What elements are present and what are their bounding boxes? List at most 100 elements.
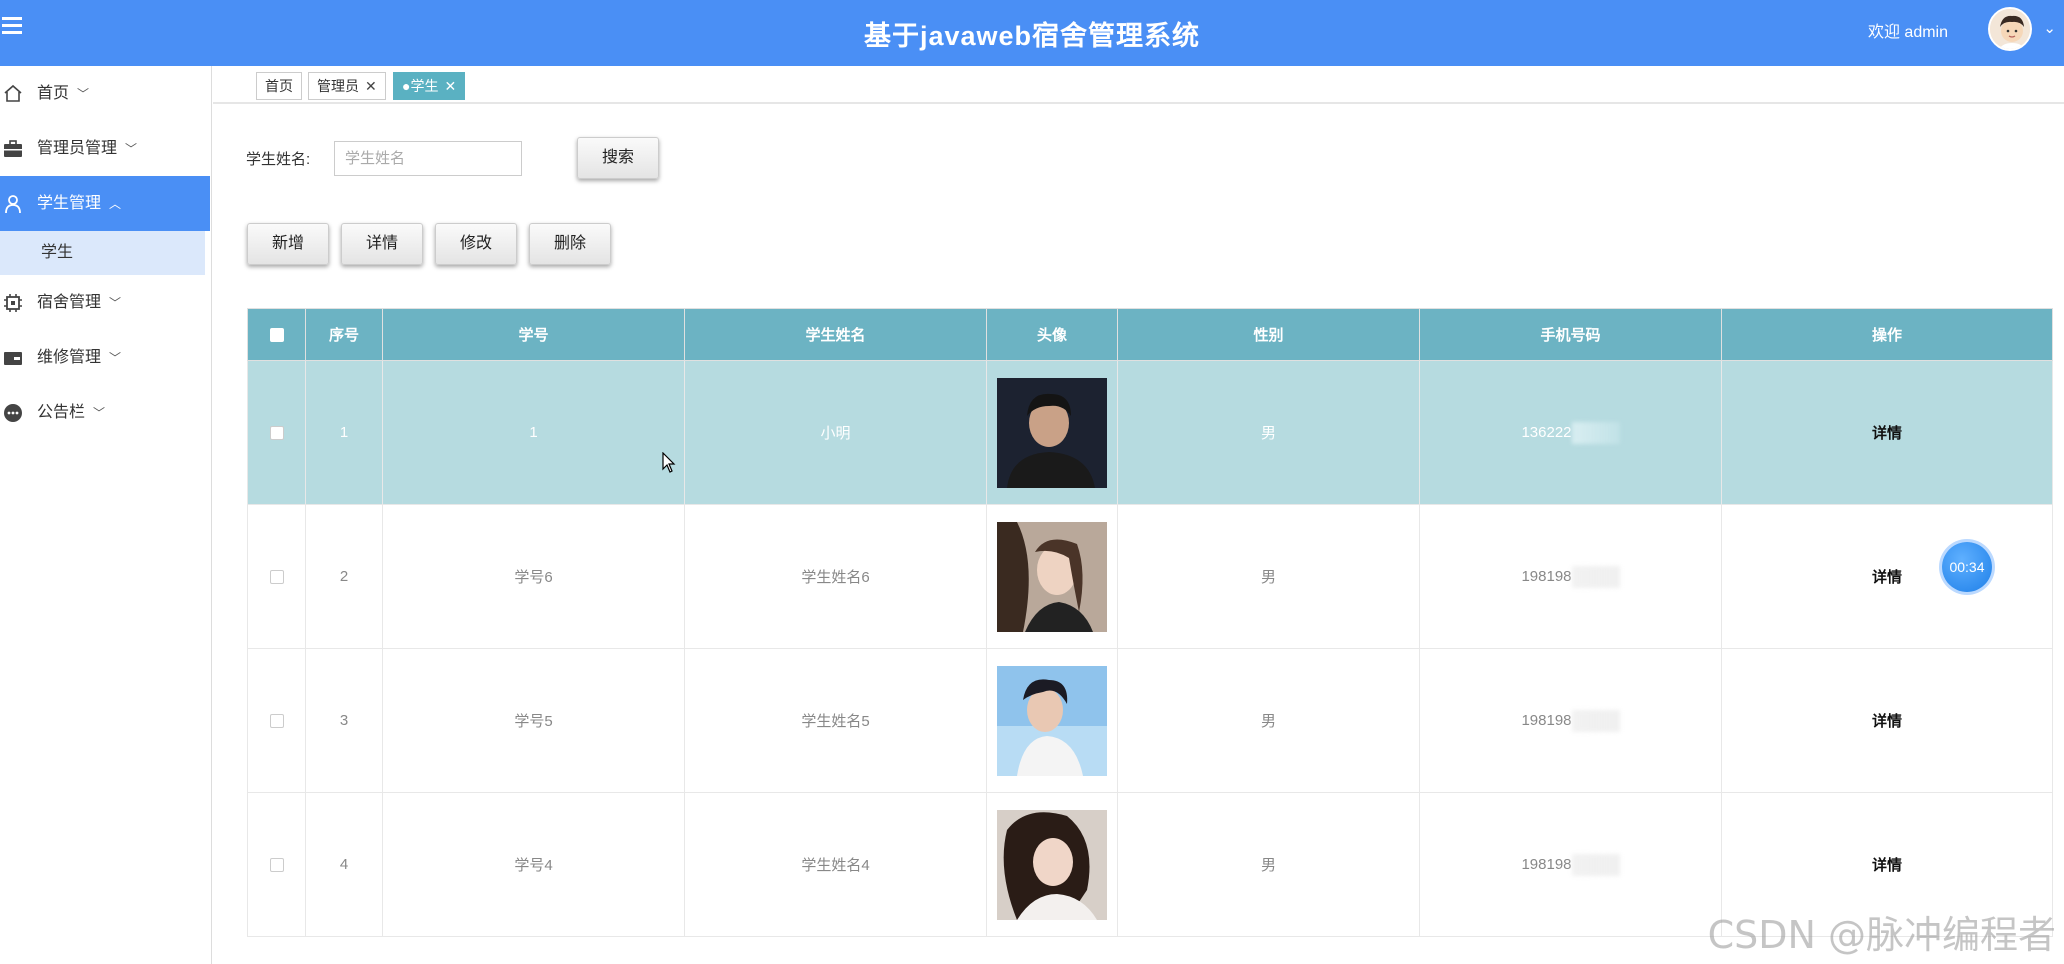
select-all-checkbox-cell	[247, 308, 306, 361]
sidebar: 首页 ﹀ 管理员管理 ﹀ 学生管理 ︿ 学生 宿舍管理 ﹀ 维修管理 ﹀ 公告栏 ﹀	[0, 66, 212, 964]
cell-index: 3	[305, 648, 383, 793]
cell-action: 详情	[1721, 648, 2053, 793]
sidebar-item-repair-management[interactable]: 维修管理 ﹀	[0, 330, 211, 385]
cell-phone: 198198	[1419, 504, 1722, 649]
column-header[interactable]: 性别	[1117, 308, 1420, 361]
sidebar-item-bulletin[interactable]: 公告栏 ﹀	[0, 385, 211, 440]
search-button[interactable]: 搜索	[577, 137, 659, 179]
chevron-down-icon: ﹀	[77, 87, 90, 101]
sidebar-item-label: 学生管理	[37, 195, 102, 212]
cell-index: 1	[305, 360, 383, 505]
cell-photo	[986, 792, 1118, 937]
sidebar-item-admin-management[interactable]: 管理员管理 ﹀	[0, 121, 211, 176]
cell-student-no: 1	[382, 360, 685, 505]
student-photo	[997, 521, 1107, 632]
sidebar-item-label: 维修管理	[37, 349, 102, 366]
add-button[interactable]: 新增	[247, 223, 329, 265]
recording-timer[interactable]: 00:34	[1942, 542, 1992, 592]
tab-label: ●学生	[402, 78, 439, 94]
cell-phone: 136222	[1419, 360, 1722, 505]
close-icon[interactable]: ✕	[444, 78, 456, 94]
chevron-down-icon: ﹀	[93, 406, 106, 420]
cell-student-no: 学号4	[382, 792, 685, 937]
cell-action: 详情	[1721, 360, 2053, 505]
avatar[interactable]	[1988, 7, 2032, 51]
cell-student-no: 学号5	[382, 648, 685, 793]
top-header: 基于javaweb宿舍管理系统 欢迎 admin ⌄	[0, 0, 2064, 66]
phone-prefix: 198198	[1521, 855, 1572, 873]
tab-student[interactable]: ●学生 ✕	[393, 72, 466, 100]
chevron-up-icon: ︿	[109, 197, 122, 211]
detail-button[interactable]: 详情	[341, 223, 423, 265]
edit-button[interactable]: 修改	[435, 223, 517, 265]
table-row[interactable]: 3 学号5 学生姓名5 男 198198 详情	[247, 648, 2053, 793]
student-photo	[997, 377, 1107, 488]
column-header[interactable]: 手机号码	[1419, 308, 1722, 361]
cell-student-no: 学号6	[382, 504, 685, 649]
student-table: 序号 学号 学生姓名 头像 性别 手机号码 操作 1 1 小明 男 136222…	[247, 308, 2053, 937]
sidebar-item-label: 宿舍管理	[37, 294, 102, 311]
sidebar-item-home[interactable]: 首页 ﹀	[0, 66, 211, 121]
detail-link[interactable]: 详情	[1872, 713, 1902, 730]
phone-prefix: 198198	[1521, 567, 1572, 585]
cell-gender: 男	[1117, 792, 1420, 937]
watermark: CSDN @脉冲编程者	[1707, 913, 2056, 957]
student-photo	[997, 665, 1107, 776]
cell-name: 学生姓名6	[684, 504, 987, 649]
sidebar-item-student-management[interactable]: 学生管理 ︿	[0, 176, 210, 231]
table-row[interactable]: 2 学号6 学生姓名6 男 198198 详情	[247, 504, 2053, 649]
detail-link[interactable]: 详情	[1872, 569, 1902, 586]
row-checkbox-cell	[247, 360, 306, 505]
tab-home[interactable]: 首页	[256, 72, 302, 100]
row-checkbox[interactable]	[269, 858, 284, 873]
select-all-checkbox[interactable]	[269, 328, 284, 343]
table-header-row: 序号 学号 学生姓名 头像 性别 手机号码 操作	[247, 308, 2053, 361]
tab-admin[interactable]: 管理员 ✕	[308, 72, 386, 100]
row-checkbox[interactable]	[269, 426, 284, 441]
chevron-down-icon[interactable]: ⌄	[2043, 19, 2056, 37]
close-icon[interactable]: ✕	[365, 78, 377, 94]
row-checkbox-cell	[247, 792, 306, 937]
delete-button[interactable]: 删除	[529, 223, 611, 265]
column-header[interactable]: 操作	[1721, 308, 2053, 361]
cell-photo	[986, 360, 1118, 505]
cell-phone: 198198	[1419, 648, 1722, 793]
tab-label: 管理员	[317, 78, 359, 94]
mouse-cursor-icon	[662, 452, 676, 473]
column-header[interactable]: 学生姓名	[684, 308, 987, 361]
cell-index: 4	[305, 792, 383, 937]
column-header[interactable]: 头像	[986, 308, 1118, 361]
detail-link[interactable]: 详情	[1872, 425, 1902, 442]
column-header[interactable]: 学号	[382, 308, 685, 361]
redacted-digits	[1571, 853, 1620, 876]
chip-icon	[4, 294, 22, 312]
redacted-digits	[1571, 421, 1620, 444]
chevron-down-icon: ﹀	[109, 296, 122, 310]
sidebar-subitem-student[interactable]: 学生	[0, 231, 205, 275]
sidebar-item-label: 公告栏	[37, 404, 86, 421]
redacted-digits	[1571, 565, 1620, 588]
phone-prefix: 198198	[1521, 711, 1572, 729]
cell-index: 2	[305, 504, 383, 649]
row-checkbox[interactable]	[269, 714, 284, 729]
cell-name: 学生姓名5	[684, 648, 987, 793]
column-header[interactable]: 序号	[305, 308, 383, 361]
cell-gender: 男	[1117, 360, 1420, 505]
app-title: 基于javaweb宿舍管理系统	[863, 21, 1201, 51]
cell-gender: 男	[1117, 504, 1420, 649]
chevron-down-icon: ﹀	[125, 142, 138, 156]
table-row[interactable]: 1 1 小明 男 136222 详情	[247, 360, 2053, 505]
sidebar-item-dorm-management[interactable]: 宿舍管理 ﹀	[0, 275, 211, 330]
cell-photo	[986, 648, 1118, 793]
cell-name: 小明	[684, 360, 987, 505]
redacted-digits	[1571, 709, 1620, 732]
tab-label: 首页	[265, 78, 293, 94]
search-label: 学生姓名:	[246, 151, 311, 168]
row-checkbox[interactable]	[269, 570, 284, 585]
chevron-down-icon: ﹀	[109, 351, 122, 365]
student-name-search-input[interactable]	[334, 141, 522, 176]
cell-phone: 198198	[1419, 792, 1722, 937]
chat-icon	[4, 404, 22, 422]
detail-link[interactable]: 详情	[1872, 857, 1902, 874]
row-checkbox-cell	[247, 504, 306, 649]
